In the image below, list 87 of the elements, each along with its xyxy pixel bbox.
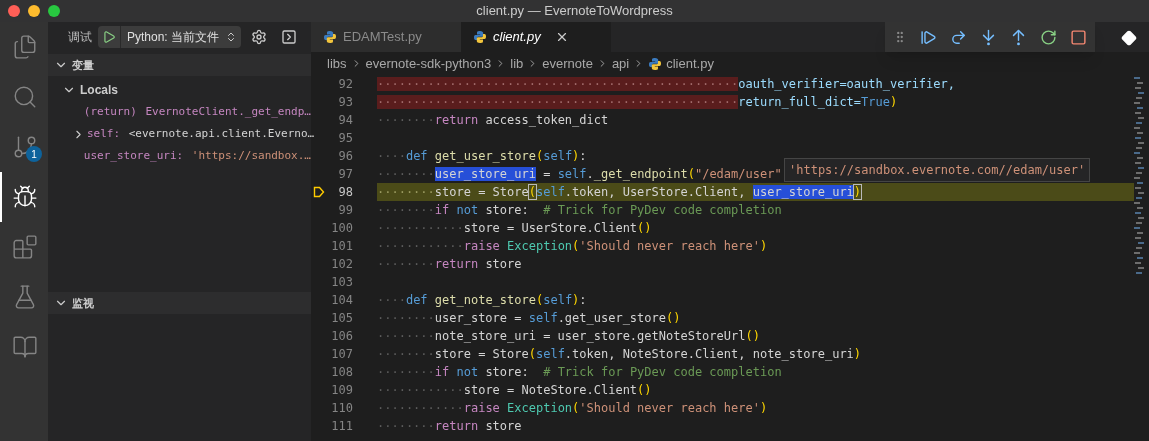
breadcrumb-item[interactable]: evernote <box>542 53 593 74</box>
variable-name: self: <box>87 125 121 142</box>
section-header[interactable]: 变量 <box>48 54 311 76</box>
line-number: 97 <box>337 166 353 183</box>
line-number: 93 <box>337 94 353 111</box>
code-line: ····def get_note_store(self): <box>377 292 588 309</box>
code-line: ········return store <box>377 418 523 435</box>
line-number: 103 <box>330 274 353 291</box>
code-line: ············raise Exception('Should never reach here') <box>377 238 769 255</box>
files-icon <box>12 34 38 60</box>
step-into-icon[interactable] <box>980 28 997 46</box>
line-number: 92 <box>337 76 353 93</box>
activity-item[interactable]: 1 <box>0 122 48 172</box>
diamond-icon[interactable] <box>1121 30 1137 46</box>
variable-name: user_store_uri: <box>83 147 184 164</box>
variable-value: EvernoteClient._get_endp… <box>144 103 311 120</box>
search-icon <box>12 84 38 110</box>
code-line: ········if not store: # Trick for PyDev code completion <box>377 364 783 381</box>
configuration-select[interactable]: Python: 当前文件 <box>98 26 242 48</box>
line-number: 100 <box>330 220 353 237</box>
extensions-icon <box>12 234 38 260</box>
tab-label: client.py <box>493 28 541 47</box>
window-title: client.py — EvernoteToWordpress <box>476 2 673 21</box>
line-number: 111 <box>330 418 353 435</box>
code-line: ········note_store_uri = user_store.getNoteStoreUrl() <box>377 328 761 345</box>
python-icon <box>323 30 337 44</box>
configuration-label: Python: 当前文件 <box>126 29 221 46</box>
step-over-icon[interactable] <box>950 28 967 46</box>
scope-row[interactable]: Locals <box>48 79 311 101</box>
editor-tab[interactable]: client.py <box>461 22 611 52</box>
code-line: ····def get_user_store(self): <box>377 148 588 165</box>
variable-value: 'https://sandbox.… <box>190 147 311 164</box>
line-number: 110 <box>330 400 353 417</box>
line-number: 107 <box>330 346 353 363</box>
line-number: 99 <box>337 202 353 219</box>
continue-icon[interactable] <box>920 28 937 46</box>
line-number: 94 <box>337 112 353 129</box>
close-window-icon[interactable] <box>8 5 20 17</box>
restart-icon[interactable] <box>1040 28 1057 46</box>
line-number: 104 <box>330 292 353 309</box>
code-line: ········if not store: # Trick for PyDev code completion <box>377 202 783 219</box>
step-out-icon[interactable] <box>1010 28 1027 46</box>
section-title: 监视 <box>72 295 94 311</box>
code-line: ········return access_token_dict <box>377 112 610 129</box>
line-number: 96 <box>337 148 353 165</box>
python-icon <box>473 30 487 44</box>
bug-icon <box>12 184 38 210</box>
code-line: ········store = Store(self.token, NoteStore.Client, note_store_uri) <box>377 346 863 363</box>
stop-icon[interactable] <box>1070 28 1087 46</box>
breadcrumb-item[interactable]: api <box>611 53 630 74</box>
breadcrumb-item[interactable]: client.py <box>666 53 714 74</box>
debug-label: 调试 <box>68 29 92 46</box>
breadcrumb-item[interactable]: lib <box>510 53 524 74</box>
code-line: ············store = NoteStore.Client() <box>377 382 653 399</box>
hover-tooltip: 'https://sandbox.evernote.com//edam/user' <box>784 158 1091 182</box>
editor-tab[interactable]: EDAMTest.py <box>311 22 461 52</box>
tab-label: EDAMTest.py <box>343 28 422 47</box>
variable-row[interactable]: (return) EvernoteClient._get_endp… <box>48 101 311 123</box>
book-icon <box>12 334 38 360</box>
line-number: 105 <box>330 310 353 327</box>
variable-row[interactable]: user_store_uri: 'https://sandbox.… <box>48 145 311 167</box>
debug-console-icon[interactable] <box>281 29 298 45</box>
breadcrumb-item[interactable]: libs <box>327 53 347 74</box>
variable-value: <evernote.api.client.Everno… <box>127 125 315 142</box>
settings-icon[interactable] <box>251 29 268 45</box>
variable-name: (return) <box>83 103 137 120</box>
minimize-window-icon[interactable] <box>28 5 40 17</box>
start-debugging-icon[interactable] <box>102 30 116 44</box>
code-line: ········user_store = self.get_user_store() <box>377 310 682 327</box>
section-title: 变量 <box>72 57 94 73</box>
breadcrumb-item[interactable]: evernote-sdk-python3 <box>365 53 492 74</box>
line-number: 102 <box>330 256 353 273</box>
line-number: 106 <box>330 328 353 345</box>
scope-name: Locals <box>80 82 118 99</box>
badge: 1 <box>26 146 42 162</box>
line-number: 98 <box>337 184 353 201</box>
line-number: 109 <box>330 382 353 399</box>
code-line: ············raise Exception('Should never reach here') <box>377 400 769 417</box>
code-line: ············store = UserStore.Client() <box>377 220 653 237</box>
code-line: ········return store <box>377 256 523 273</box>
line-number: 108 <box>330 364 353 381</box>
section-header[interactable]: 监视 <box>48 292 311 314</box>
stack-frame-icon <box>313 186 325 198</box>
zoom-window-icon[interactable] <box>48 5 60 17</box>
line-number: 95 <box>337 130 353 147</box>
python-icon <box>648 56 663 71</box>
line-number: 101 <box>330 238 353 255</box>
